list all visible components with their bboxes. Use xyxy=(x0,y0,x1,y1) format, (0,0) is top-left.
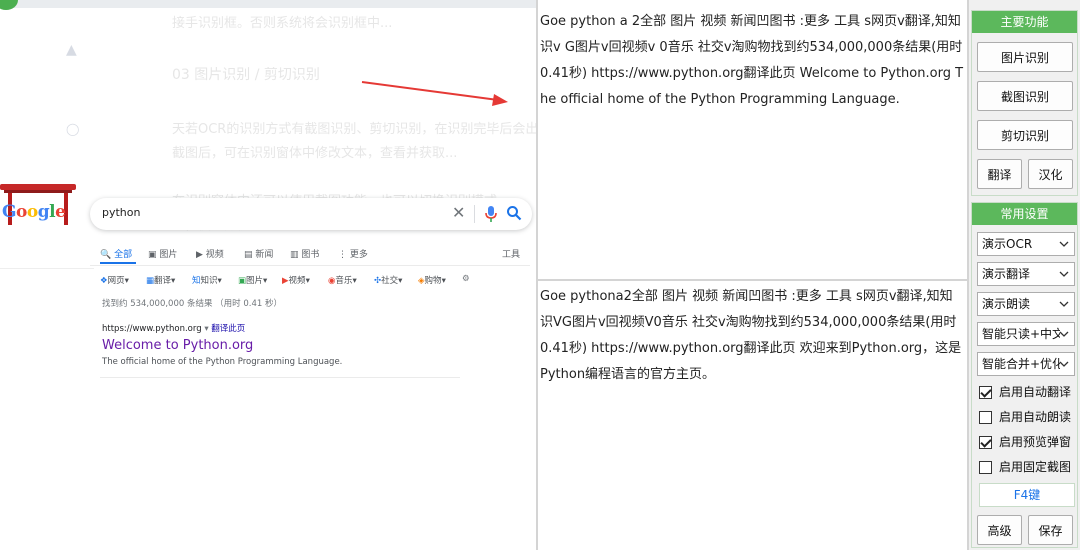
chip-music[interactable]: ◉音乐▾ xyxy=(328,274,357,286)
checkbox-box[interactable] xyxy=(979,411,992,424)
search-divider xyxy=(474,205,475,223)
checkbox-box[interactable] xyxy=(979,436,992,449)
tab-all[interactable]: 🔍 全部 xyxy=(100,247,132,260)
google-logo-text: Google xyxy=(2,202,66,222)
chevron-down-icon xyxy=(1059,331,1069,337)
chip-shopping[interactable]: ◈购物▾ xyxy=(418,274,446,286)
faded-article-line: 接手识别框。否则系统将会识别框中... xyxy=(172,16,393,31)
window-top-bar xyxy=(0,0,536,8)
search-input[interactable]: python xyxy=(102,206,140,219)
result-url[interactable]: https://www.python.org xyxy=(102,324,202,334)
ocr-engine-select[interactable]: 演示OCR xyxy=(977,232,1075,256)
clipboard-ocr-button[interactable]: 剪切识别 xyxy=(977,120,1073,150)
merge-mode-select[interactable]: 智能合并+优化 xyxy=(977,352,1075,376)
gear-icon[interactable]: ⚙ xyxy=(462,274,470,284)
google-doodle[interactable]: Google xyxy=(0,180,78,230)
chevron-down-icon xyxy=(1059,241,1069,247)
faded-article-line: 截图后，可在识别窗体中修改文本，查看并获取... xyxy=(172,146,458,161)
chip-translate[interactable]: ▦翻译▾ xyxy=(146,274,175,286)
common-settings-header: 常用设置 xyxy=(972,203,1077,225)
read-mode-select[interactable]: 智能只读+中文 xyxy=(977,322,1075,346)
tab-videos[interactable]: ▶ 视频 xyxy=(196,247,224,260)
hotkey-field[interactable]: F4键 xyxy=(979,483,1075,507)
chip-social[interactable]: ✣社交▾ xyxy=(374,274,402,286)
translate-button[interactable]: 翻译 xyxy=(977,159,1022,189)
main-features-group: 主要功能 图片识别 截图识别 剪切识别 翻译 汉化 xyxy=(971,10,1078,196)
source-screenshot: 接手识别框。否则系统将会识别框中... 03 图片识别 / 剪切识别 天若OCR… xyxy=(0,0,536,550)
translate-engine-select[interactable]: 演示翻译 xyxy=(977,262,1075,286)
tab-news[interactable]: ▤ 新闻 xyxy=(244,247,273,260)
chevron-down-icon xyxy=(1059,271,1069,277)
preview-popup-checkbox[interactable]: 启用预览弹窗 xyxy=(979,432,1079,452)
faded-comment-icon: ◯ xyxy=(66,122,80,136)
localize-button[interactable]: 汉化 xyxy=(1028,159,1073,189)
active-tab-indicator xyxy=(100,262,136,264)
faded-article-heading: 03 图片识别 / 剪切识别 xyxy=(172,67,320,83)
auto-translate-checkbox[interactable]: 启用自动翻译 xyxy=(979,382,1079,402)
result-url-line: https://www.python.org ▾ 翻译此页 xyxy=(102,324,246,334)
checkbox-box[interactable] xyxy=(979,386,992,399)
result-stats: 找到约 534,000,000 条结果 （用时 0.41 秒） xyxy=(102,299,283,309)
clear-icon[interactable]: ✕ xyxy=(452,203,465,222)
tab-books[interactable]: ▥ 图书 xyxy=(290,247,319,260)
chevron-down-icon xyxy=(1059,361,1069,367)
chevron-down-icon xyxy=(1059,301,1069,307)
control-sidebar: 主要功能 图片识别 截图识别 剪切识别 翻译 汉化 常用设置 演示OCR 演示翻… xyxy=(969,0,1080,550)
result-divider xyxy=(100,377,460,378)
tab-more[interactable]: ⋮ 更多 xyxy=(338,247,368,260)
section-divider xyxy=(0,268,94,269)
translate-page-link[interactable]: 翻译此页 xyxy=(211,324,245,334)
result-title-link[interactable]: Welcome to Python.org xyxy=(102,338,253,353)
main-features-header: 主要功能 xyxy=(972,11,1077,33)
checkbox-box[interactable] xyxy=(979,461,992,474)
chip-videos[interactable]: ▶视频▾ xyxy=(282,274,310,286)
ocr-result-textbox[interactable]: Goe python a 2全部 图片 视频 新闻凹图书 :更多 工具 s网页v… xyxy=(538,9,967,277)
tab-images[interactable]: ▣ 图片 xyxy=(148,247,177,260)
chip-web[interactable]: ❖网页▾ xyxy=(100,274,129,286)
screenshot-ocr-button[interactable]: 截图识别 xyxy=(977,81,1073,111)
app-status-dot xyxy=(0,0,18,10)
google-search-box[interactable]: python ✕ xyxy=(90,198,532,230)
image-ocr-button[interactable]: 图片识别 xyxy=(977,42,1073,72)
save-button[interactable]: 保存 xyxy=(1028,515,1073,545)
tools-button[interactable]: 工具 xyxy=(502,247,520,260)
red-arrow-annotation xyxy=(361,81,508,106)
translation-result-textbox[interactable]: Goe pythona2全部 图片 视频 新闻凹图书 :更多 工具 s网页v翻译… xyxy=(538,284,967,550)
tts-engine-select[interactable]: 演示朗读 xyxy=(977,292,1075,316)
common-settings-group: 常用设置 演示OCR 演示翻译 演示朗读 智能只读+中文 智能合并+优化 启用自… xyxy=(971,202,1078,548)
result-snippet: The official home of the Python Programm… xyxy=(102,357,343,367)
advanced-button[interactable]: 高级 xyxy=(977,515,1022,545)
faded-up-icon: ▲ xyxy=(66,42,77,58)
tab-divider xyxy=(90,265,530,266)
search-icon[interactable] xyxy=(506,205,522,221)
chip-images[interactable]: ▣图片▾ xyxy=(238,274,267,286)
microphone-icon[interactable] xyxy=(484,205,498,223)
faded-article-line: 天若OCR的识别方式有截图识别、剪切识别，在识别完毕后会出现识别结果 xyxy=(172,122,536,137)
fixed-screenshot-checkbox[interactable]: 启用固定截图 xyxy=(979,457,1079,477)
pane-separator-middle[interactable] xyxy=(538,279,967,281)
auto-read-checkbox[interactable]: 启用自动朗读 xyxy=(979,407,1079,427)
chip-knowledge[interactable]: 知知识▾ xyxy=(192,274,222,286)
